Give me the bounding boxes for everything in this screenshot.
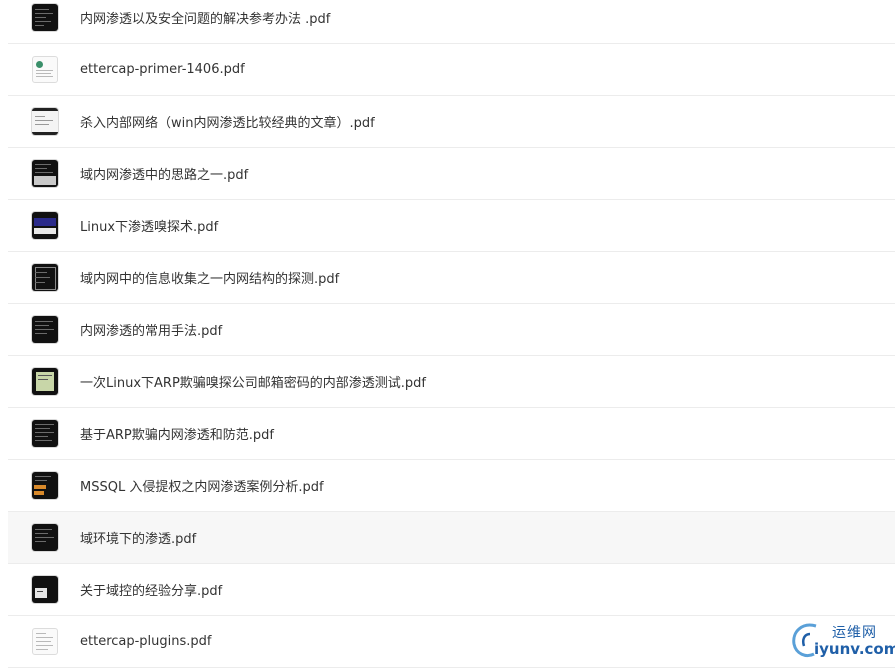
file-row[interactable]: Linux下渗透嗅探术.pdf [8, 200, 895, 252]
site-watermark: 运维网 iyunv.com [788, 618, 895, 662]
pdf-thumbnail-icon [32, 264, 58, 291]
pdf-thumbnail-icon [32, 56, 58, 83]
file-name[interactable]: 域内网渗透中的思路之一.pdf [80, 164, 248, 183]
pdf-thumbnail-icon [32, 576, 58, 603]
file-row[interactable]: 内网渗透以及安全问题的解决参考办法 .pdf [8, 0, 895, 44]
watermark-en-text: iyunv.com [814, 640, 895, 658]
file-name[interactable]: 关于域控的经验分享.pdf [80, 580, 222, 599]
file-row[interactable]: MSSQL 入侵提权之内网渗透案例分析.pdf [8, 460, 895, 512]
file-row[interactable]: ettercap-primer-1406.pdf [8, 44, 895, 96]
pdf-thumbnail-icon [32, 160, 58, 187]
pdf-thumbnail-icon [32, 108, 58, 135]
file-list: 内网渗透以及安全问题的解决参考办法 .pdf ettercap-primer-1… [8, 0, 895, 668]
file-row[interactable]: 杀入内部网络（win内网渗透比较经典的文章）.pdf [8, 96, 895, 148]
file-name[interactable]: ettercap-plugins.pdf [80, 634, 212, 649]
file-row[interactable]: 域环境下的渗透.pdf [8, 512, 895, 564]
file-row[interactable]: 基于ARP欺骗内网渗透和防范.pdf [8, 408, 895, 460]
file-name[interactable]: 域环境下的渗透.pdf [80, 528, 196, 547]
file-name[interactable]: 杀入内部网络（win内网渗透比较经典的文章）.pdf [80, 112, 375, 131]
pdf-thumbnail-icon [32, 628, 58, 655]
file-name[interactable]: MSSQL 入侵提权之内网渗透案例分析.pdf [80, 476, 324, 495]
file-row[interactable]: 域内网中的信息收集之一内网结构的探测.pdf [8, 252, 895, 304]
file-name[interactable]: 基于ARP欺骗内网渗透和防范.pdf [80, 424, 274, 443]
pdf-thumbnail-icon [32, 472, 58, 499]
file-name[interactable]: ettercap-primer-1406.pdf [80, 62, 245, 77]
pdf-thumbnail-icon [32, 316, 58, 343]
file-name[interactable]: 内网渗透的常用手法.pdf [80, 320, 222, 339]
file-row[interactable]: 一次Linux下ARP欺骗嗅探公司邮箱密码的内部渗透测试.pdf [8, 356, 895, 408]
file-name[interactable]: Linux下渗透嗅探术.pdf [80, 216, 218, 235]
file-row[interactable]: 关于域控的经验分享.pdf [8, 564, 895, 616]
watermark-cn-text: 运维网 [832, 625, 877, 641]
pdf-thumbnail-icon [32, 524, 58, 551]
file-row[interactable]: ettercap-plugins.pdf [8, 616, 895, 668]
pdf-thumbnail-icon [32, 420, 58, 447]
pdf-thumbnail-icon [32, 4, 58, 31]
file-row[interactable]: 内网渗透的常用手法.pdf [8, 304, 895, 356]
pdf-thumbnail-icon [32, 212, 58, 239]
file-name[interactable]: 一次Linux下ARP欺骗嗅探公司邮箱密码的内部渗透测试.pdf [80, 372, 426, 391]
pdf-thumbnail-icon [32, 368, 58, 395]
file-name[interactable]: 域内网中的信息收集之一内网结构的探测.pdf [80, 268, 339, 287]
file-name[interactable]: 内网渗透以及安全问题的解决参考办法 .pdf [80, 8, 330, 27]
file-row[interactable]: 域内网渗透中的思路之一.pdf [8, 148, 895, 200]
